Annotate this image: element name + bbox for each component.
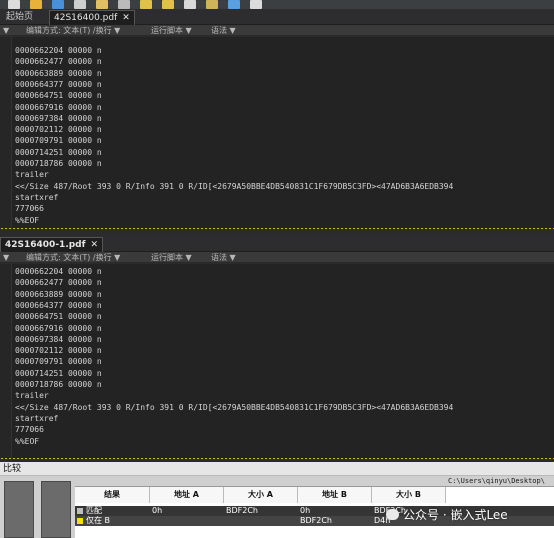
cut-icon[interactable] <box>118 0 130 9</box>
code-line: startxref <box>15 192 59 202</box>
tab-start-page[interactable]: 起始页 <box>2 10 37 25</box>
open-folder-icon[interactable] <box>30 0 42 9</box>
code-line: 0000714251 00000 n <box>15 368 102 378</box>
code-line: 777066 <box>15 204 44 214</box>
compare-panel-title: 比较 <box>0 462 554 476</box>
run-script-dropdown[interactable]: 运行脚本 ▼ <box>151 25 192 35</box>
address-a-cell: 0h <box>152 506 163 515</box>
address-b-cell: BDF2Ch <box>300 516 332 525</box>
editor-statusbar-top: ▼ 编辑方式: 文本(T) /换行 ▼ 运行脚本 ▼ 语法 ▼ <box>0 25 554 36</box>
column-header-size-a[interactable]: 大小 A <box>224 487 298 503</box>
file-path: C:\Users\qinyu\Desktop\ <box>448 477 545 485</box>
tab-file-a-label: 42S16400.pdf <box>54 13 118 23</box>
column-header-address-b[interactable]: 地址 B <box>298 487 372 503</box>
code-line: %%EOF <box>15 215 40 225</box>
code-line: %%EOF <box>15 436 40 446</box>
code-line: 0000663889 00000 n <box>15 68 102 78</box>
only-b-marker-icon <box>77 517 83 524</box>
column-header-size-b[interactable]: 大小 B <box>372 487 446 503</box>
compare-left-button[interactable] <box>4 481 34 538</box>
gutter <box>0 37 12 228</box>
toolbar <box>0 0 554 9</box>
tab-bar-bottom: 42S16400-1.pdf ✕ <box>0 236 554 252</box>
close-icon[interactable]: ✕ <box>122 13 130 23</box>
replace-icon[interactable] <box>206 0 218 9</box>
code-line: 0000663889 00000 n <box>15 289 102 299</box>
code-line: 0000664377 00000 n <box>15 79 102 89</box>
edit-mode-dropdown[interactable]: 编辑方式: 文本(T) /换行 ▼ <box>26 252 120 262</box>
code-line: 0000714251 00000 n <box>15 147 102 157</box>
collapse-arrow-icon[interactable]: ▼ <box>3 252 9 262</box>
tab-bar-top: 起始页 42S16400.pdf ✕ <box>0 9 554 25</box>
settings-icon[interactable] <box>250 0 262 9</box>
code-line: trailer <box>15 391 49 401</box>
diff-marker-strip <box>0 457 554 460</box>
compare-icon[interactable] <box>228 0 240 9</box>
address-b-cell: 0h <box>300 506 311 515</box>
size-a-cell: BDF2Ch <box>226 506 258 515</box>
undo-icon[interactable] <box>140 0 152 9</box>
code-line: 0000667916 00000 n <box>15 323 102 333</box>
watermark: 公众号 · 嵌入式Lee <box>386 506 508 523</box>
code-line: 0000709791 00000 n <box>15 357 102 367</box>
watermark-text: 公众号 · 嵌入式Lee <box>403 508 508 522</box>
editor-statusbar-bottom: ▼ 编辑方式: 文本(T) /换行 ▼ 运行脚本 ▼ 语法 ▼ <box>0 252 554 263</box>
code-line: 0000709791 00000 n <box>15 136 102 146</box>
new-file-icon[interactable] <box>8 0 20 9</box>
code-line: trailer <box>15 170 49 180</box>
run-script-dropdown[interactable]: 运行脚本 ▼ <box>151 252 192 262</box>
column-header-address-a[interactable]: 地址 A <box>150 487 224 503</box>
collapse-arrow-icon[interactable]: ▼ <box>3 25 9 35</box>
save-icon[interactable] <box>52 0 64 9</box>
redo-icon[interactable] <box>162 0 174 9</box>
code-line: 0000662204 00000 n <box>15 46 102 55</box>
code-line: 0000697384 00000 n <box>15 113 102 123</box>
code-line: 0000664751 00000 n <box>15 312 102 322</box>
syntax-dropdown[interactable]: 语法 ▼ <box>211 252 236 262</box>
find-icon[interactable] <box>184 0 196 9</box>
paste-icon[interactable] <box>96 0 108 9</box>
close-icon[interactable]: ✕ <box>91 240 99 250</box>
tab-file-b-label: 42S16400-1.pdf <box>5 240 86 250</box>
code-line: <</Size 487/Root 393 0 R/Info 391 0 R/ID… <box>15 402 454 412</box>
wechat-icon <box>386 509 399 520</box>
edit-mode-dropdown[interactable]: 编辑方式: 文本(T) /换行 ▼ <box>26 25 120 35</box>
tab-start-page-label: 起始页 <box>6 12 34 22</box>
code-line: 0000664751 00000 n <box>15 91 102 101</box>
copy-icon[interactable] <box>74 0 86 9</box>
code-line: 0000662477 00000 n <box>15 278 102 288</box>
code-line: 0000697384 00000 n <box>15 334 102 344</box>
code-line: startxref <box>15 413 59 423</box>
code-line: 777066 <box>15 425 44 435</box>
syntax-dropdown[interactable]: 语法 ▼ <box>211 25 236 35</box>
result-cell: 仅在 B <box>77 516 110 526</box>
editor-pane-a[interactable]: 0000662204 00000 n 0000662477 00000 n 0000… <box>0 37 554 228</box>
diff-marker-strip <box>0 227 554 230</box>
code-line: 0000662204 00000 n <box>15 267 102 276</box>
result-cell: 匹配 <box>77 506 102 516</box>
code-line: 0000702112 00000 n <box>15 125 102 135</box>
editor-pane-b[interactable]: 0000662204 00000 n 0000662477 00000 n 0000… <box>0 264 554 458</box>
tab-file-a[interactable]: 42S16400.pdf ✕ <box>49 10 135 25</box>
code-line: 0000664377 00000 n <box>15 300 102 310</box>
gutter <box>0 264 12 458</box>
match-marker-icon <box>77 507 83 514</box>
app-window: 起始页 42S16400.pdf ✕ ▼ 编辑方式: 文本(T) /换行 ▼ 运行… <box>0 0 554 538</box>
code-line: 0000718786 00000 n <box>15 159 102 168</box>
tab-file-b[interactable]: 42S16400-1.pdf ✕ <box>0 237 104 252</box>
compare-right-button[interactable] <box>41 481 71 538</box>
code-line: <</Size 487/Root 393 0 R/Info 391 0 R/ID… <box>15 181 454 191</box>
code-line: 0000702112 00000 n <box>15 346 102 356</box>
code-line: 0000667916 00000 n <box>15 102 102 112</box>
code-line: 0000662477 00000 n <box>15 57 102 67</box>
code-line: 0000718786 00000 n <box>15 380 102 389</box>
column-header-result[interactable]: 结果 <box>75 487 150 503</box>
